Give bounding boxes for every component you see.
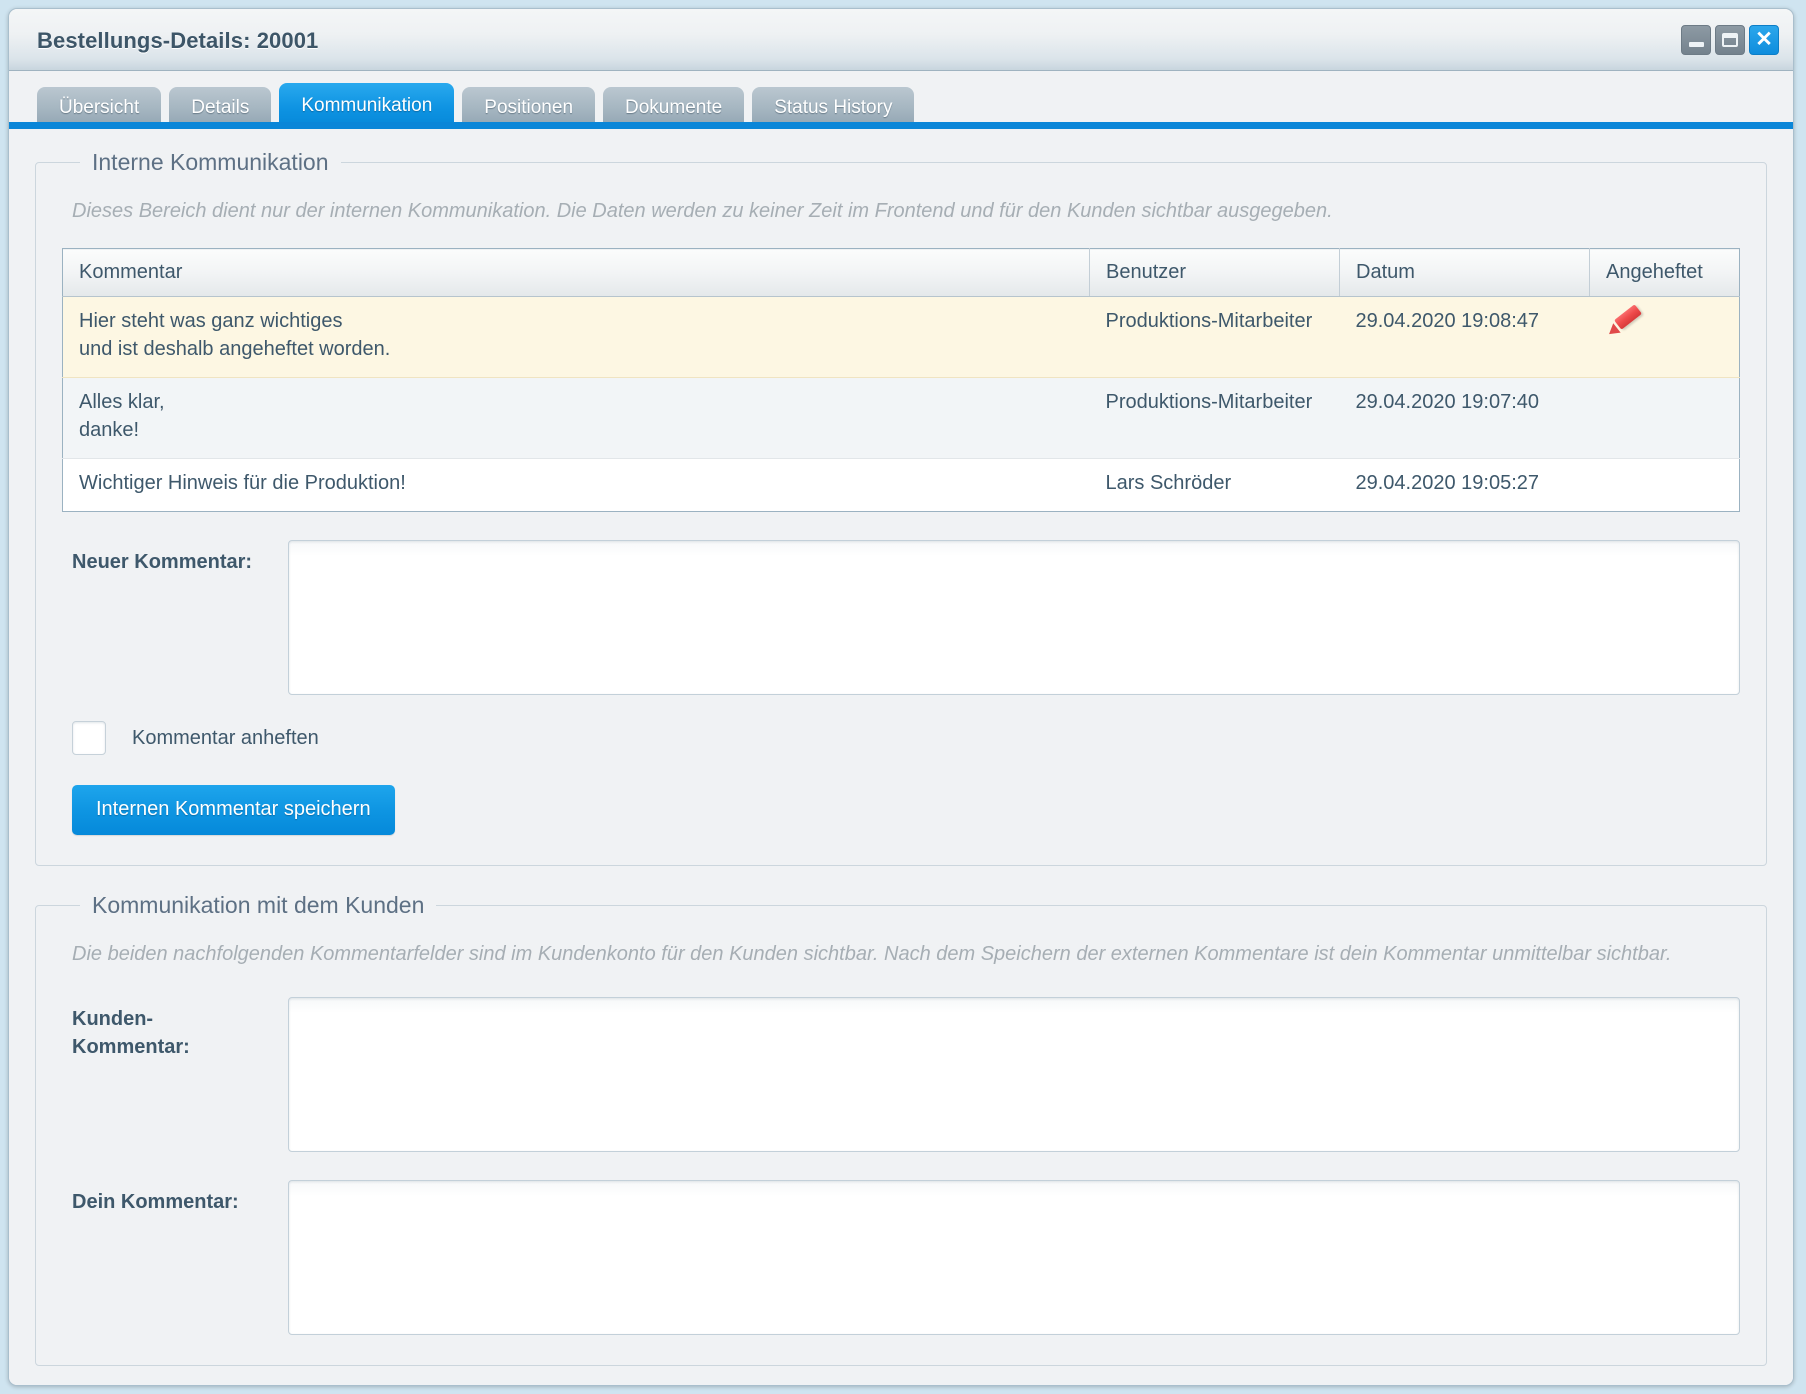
minimize-icon bbox=[1688, 42, 1704, 47]
own-comment-textarea[interactable] bbox=[288, 1180, 1740, 1335]
table-header-row: Kommentar Benutzer Datum Angeheftet bbox=[62, 248, 1740, 297]
own-comment-label: Dein Kommentar: bbox=[72, 1191, 239, 1213]
restore-icon bbox=[1722, 33, 1738, 47]
close-icon: ✕ bbox=[1755, 27, 1773, 51]
comment-line: Hier steht was ganz wichtiges bbox=[79, 310, 343, 332]
panel-interne-kommunikation: Interne Kommunikation Dieses Bereich die… bbox=[35, 149, 1767, 866]
pin-comment-label: Kommentar anheften bbox=[132, 726, 319, 749]
column-header-benutzer[interactable]: Benutzer bbox=[1089, 248, 1340, 297]
minimize-button[interactable] bbox=[1681, 25, 1711, 55]
cell-comment: Alles klar, danke! bbox=[62, 377, 1090, 459]
close-button[interactable]: ✕ bbox=[1749, 25, 1779, 55]
own-comment-row: Dein Kommentar: bbox=[72, 1180, 1740, 1335]
customer-comment-label: Kunden- Kommentar: bbox=[72, 997, 288, 1061]
panel-kommunikation-mit-kunden: Kommunikation mit dem Kunden Die beiden … bbox=[35, 892, 1767, 1366]
cell-user: Produktions-Mitarbeiter bbox=[1089, 296, 1340, 378]
comment-line: und ist deshalb angeheftet worden. bbox=[79, 338, 391, 360]
tab-content-kommunikation: Interne Kommunikation Dieses Bereich die… bbox=[9, 129, 1793, 1385]
column-header-kommentar[interactable]: Kommentar bbox=[62, 248, 1090, 297]
pin-comment-row: Kommentar anheften bbox=[72, 721, 1740, 755]
internal-comments-table: Kommentar Benutzer Datum Angeheftet Hier… bbox=[62, 248, 1740, 512]
cell-date: 29.04.2020 19:07:40 bbox=[1339, 377, 1590, 459]
new-comment-textarea[interactable] bbox=[288, 540, 1740, 695]
cell-date: 29.04.2020 19:05:27 bbox=[1339, 458, 1590, 512]
column-header-datum[interactable]: Datum bbox=[1339, 248, 1590, 297]
cell-comment: Hier steht was ganz wichtiges und ist de… bbox=[62, 296, 1090, 378]
customer-comment-row: Kunden- Kommentar: bbox=[72, 997, 1740, 1152]
window-title: Bestellungs-Details: 20001 bbox=[37, 28, 319, 53]
internal-comments-table-head: Kommentar Benutzer Datum Angeheftet bbox=[62, 248, 1740, 297]
new-comment-label: Neuer Kommentar: bbox=[72, 551, 253, 573]
customer-comment-label-line1: Kunden- bbox=[72, 1008, 154, 1030]
comment-line: Alles klar, bbox=[79, 391, 165, 413]
tab-bar: Übersicht Details Kommunikation Position… bbox=[9, 71, 1793, 129]
cell-user: Lars Schröder bbox=[1089, 458, 1340, 512]
new-comment-row: Neuer Kommentar: bbox=[72, 540, 1740, 695]
panel-interne-kommunikation-legend: Interne Kommunikation bbox=[92, 149, 329, 175]
table-row[interactable]: Alles klar, danke! Produktions-Mitarbeit… bbox=[62, 377, 1740, 459]
cell-comment: Wichtiger Hinweis für die Produktion! bbox=[62, 458, 1090, 512]
column-header-angeheftet[interactable]: Angeheftet bbox=[1589, 248, 1740, 297]
pin-comment-checkbox[interactable] bbox=[72, 721, 106, 755]
comment-line: Wichtiger Hinweis für die Produktion! bbox=[79, 472, 406, 494]
customer-comment-textarea[interactable] bbox=[288, 997, 1740, 1152]
window-titlebar: Bestellungs-Details: 20001 ✕ bbox=[9, 9, 1793, 71]
order-details-window: Bestellungs-Details: 20001 ✕ Übersicht D… bbox=[8, 8, 1794, 1386]
pin-icon[interactable] bbox=[1604, 304, 1646, 341]
cell-pinned bbox=[1589, 296, 1740, 378]
cell-date: 29.04.2020 19:08:47 bbox=[1339, 296, 1590, 378]
save-internal-comment-button[interactable]: Internen Kommentar speichern bbox=[72, 785, 395, 835]
customer-hint-text: Die beiden nachfolgenden Kommentarfelder… bbox=[72, 943, 1672, 965]
cell-pinned bbox=[1589, 458, 1740, 512]
tab-active-underline bbox=[9, 122, 1793, 129]
window-controls: ✕ bbox=[1681, 25, 1779, 55]
restore-button[interactable] bbox=[1715, 25, 1745, 55]
internal-comments-table-body: Hier steht was ganz wichtiges und ist de… bbox=[62, 296, 1740, 512]
cell-pinned bbox=[1589, 377, 1740, 459]
cell-user: Produktions-Mitarbeiter bbox=[1089, 377, 1340, 459]
internal-hint-text: Dieses Bereich dient nur der internen Ko… bbox=[72, 200, 1333, 222]
customer-comment-label-line2: Kommentar: bbox=[72, 1036, 190, 1058]
table-row[interactable]: Wichtiger Hinweis für die Produktion! La… bbox=[62, 458, 1740, 512]
table-row[interactable]: Hier steht was ganz wichtiges und ist de… bbox=[62, 296, 1740, 378]
panel-kommunikation-mit-kunden-legend: Kommunikation mit dem Kunden bbox=[92, 892, 425, 918]
comment-line: danke! bbox=[79, 419, 140, 441]
